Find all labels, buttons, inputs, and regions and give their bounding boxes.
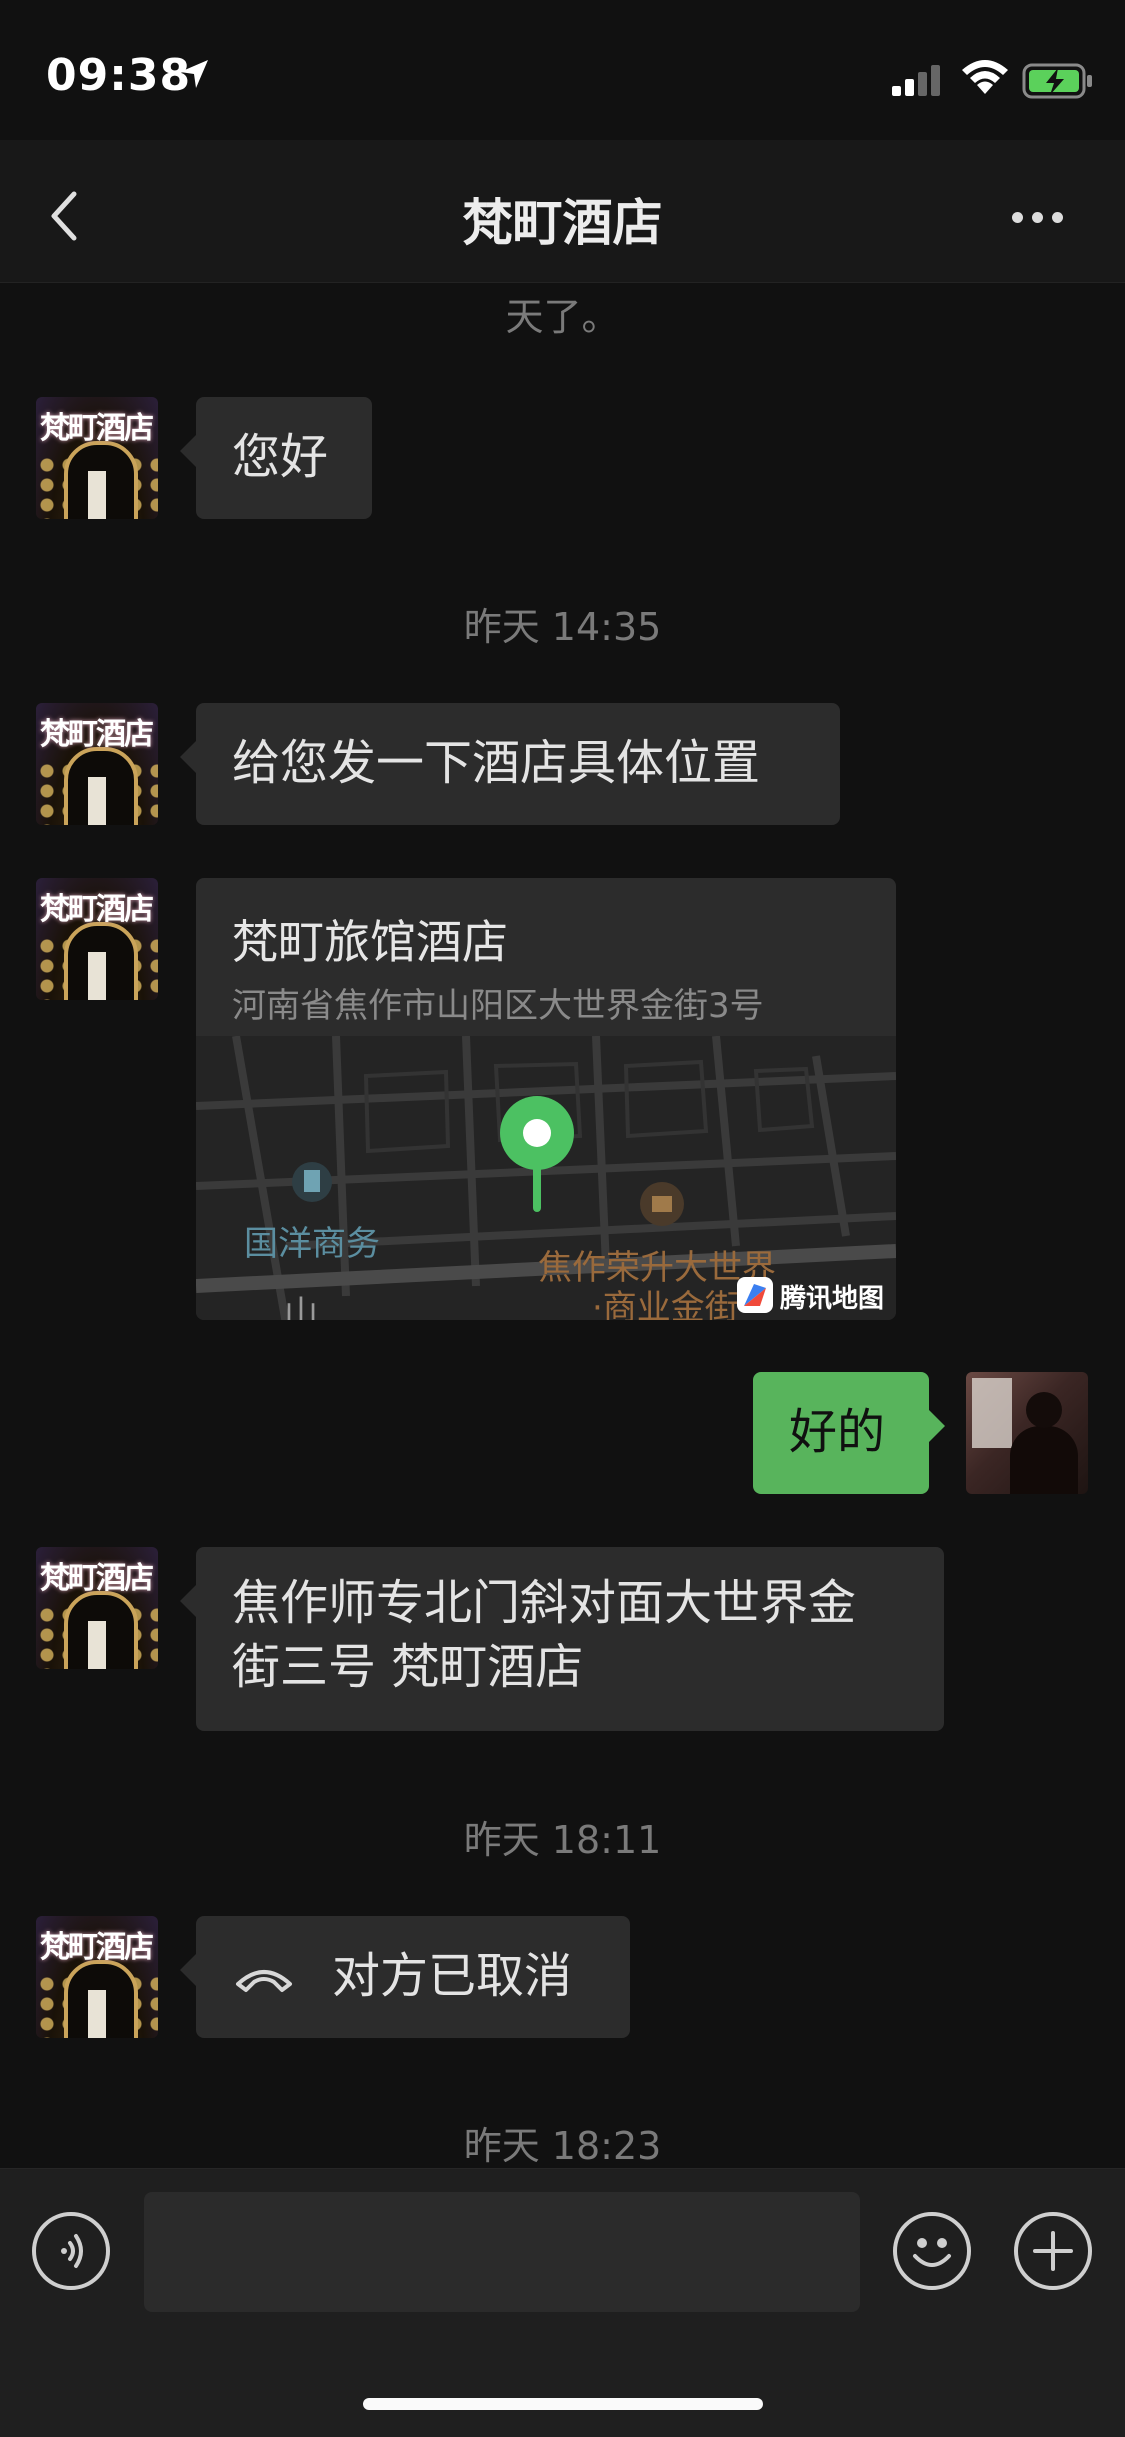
message-text-line: 街三号 梵町酒店 [232,1639,584,1695]
message-text-line: 焦作师专北门斜对面大世界金 [232,1575,857,1631]
call-message-bubble[interactable]: 对方已取消 [180,1916,630,2038]
hotel-avatar[interactable]: 梵町酒店 [36,1916,158,2038]
map-pin-icon [500,1096,574,1212]
emoji-icon[interactable] [893,2212,971,2290]
map-brand: 腾讯地图 [780,1284,885,1314]
map-preview[interactable]: 国洋商务 焦作荣升大世界 ·商业金街 山 腾讯地图 [196,1036,896,1320]
wifi-icon [962,60,1008,94]
hangup-icon [236,1970,292,1992]
hotel-avatar[interactable]: 梵町酒店 [36,1547,158,1669]
tencent-map-logo: 腾讯地图 [736,1276,894,1316]
more-icon[interactable] [1012,208,1072,227]
plus-icon[interactable] [1014,2212,1092,2290]
message-text: 好的 [789,1404,886,1460]
map-label: 山 [284,1294,318,1320]
chat-title: 梵町酒店 [462,194,663,252]
message-text: 给您发一下酒店具体位置 [232,735,761,791]
signal-icon [892,65,940,96]
home-indicator [363,2398,763,2410]
message-bubble[interactable]: 焦作师专北门斜对面大世界金 街三号 梵町酒店 [180,1547,944,1731]
message-text: 您好 [232,429,329,485]
call-status: 对方已取消 [332,1948,573,2004]
location-name: 梵町旅馆酒店 [232,915,508,969]
timestamp: 昨天 18:11 [463,1818,662,1862]
location-address: 河南省焦作市山阳区大世界金街3号 [232,986,764,1026]
location-card[interactable]: 梵町旅馆酒店 河南省焦作市山阳区大世界金街3号 国洋商务 焦作荣升大世界 ·商业… [196,878,896,1320]
partial-message: 天了。 [505,295,620,339]
location-arrow-icon [180,60,208,88]
battery-charging-icon [1022,63,1092,99]
my-message-bubble[interactable]: 好的 [753,1372,945,1494]
map-label: ·商业金街 [592,1288,739,1320]
hotel-avatar[interactable]: 梵町酒店 [36,703,158,825]
my-avatar[interactable] [966,1372,1088,1494]
timestamp: 昨天 18:23 [463,2124,662,2168]
message-input[interactable] [144,2192,860,2312]
map-label: 国洋商务 [244,1224,380,1264]
voice-icon[interactable] [32,2212,110,2290]
message-bubble[interactable]: 您好 [180,397,372,519]
hotel-avatar[interactable]: 梵町酒店 [36,397,158,519]
status-time: 09:38 [46,50,192,101]
timestamp: 昨天 14:35 [463,605,662,649]
message-bubble[interactable]: 给您发一下酒店具体位置 [180,703,840,825]
hotel-avatar[interactable]: 梵町酒店 [36,878,158,1000]
